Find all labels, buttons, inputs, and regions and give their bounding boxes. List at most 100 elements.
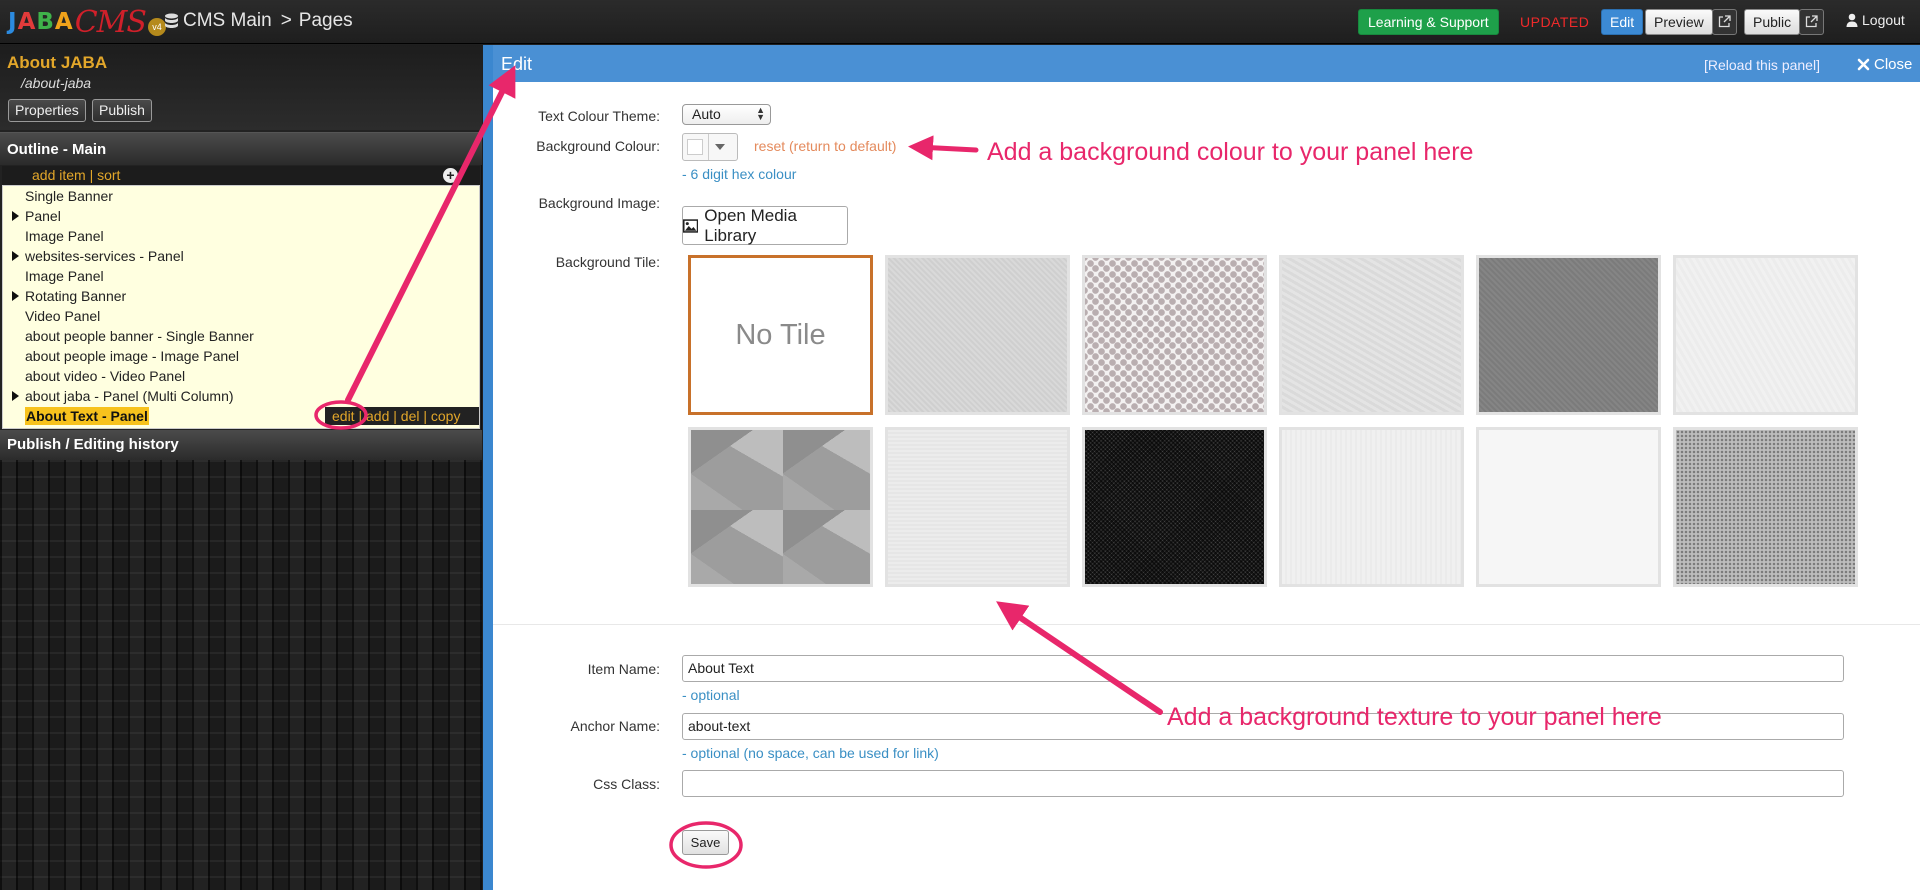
outline-item[interactable]: Image Panel	[3, 266, 479, 286]
add-circle-icon[interactable]: +	[443, 168, 458, 183]
outline-item-label: about people image - Image Panel	[25, 348, 240, 364]
colour-picker-divider	[708, 134, 709, 160]
close-icon	[1857, 58, 1870, 71]
close-label: Close	[1874, 56, 1913, 73]
publish-button[interactable]: Publish	[92, 99, 152, 122]
learning-support-button[interactable]: Learning & Support	[1358, 9, 1499, 35]
updated-status: UPDATED	[1520, 14, 1590, 30]
anchor-name-label: Anchor Name:	[570, 718, 660, 734]
history-header: Publish / Editing history	[0, 430, 482, 460]
outline-item[interactable]: Rotating Banner	[3, 286, 479, 306]
tile-dark-linen[interactable]	[1476, 255, 1661, 415]
open-media-library-button[interactable]: Open Media Library	[682, 206, 848, 245]
anchor-name-hint: - optional (no space, can be used for li…	[682, 745, 939, 761]
top-bar: JABA CMS v4 CMS Main > Pages Learning & …	[0, 0, 1920, 44]
outline-item-label: about jaba - Panel (Multi Column)	[25, 388, 234, 404]
hex-colour-hint: - 6 digit hex colour	[682, 166, 797, 182]
tile-grey-mesh[interactable]	[1673, 427, 1858, 587]
jabacms-logo[interactable]: JABA CMS v4	[8, 4, 166, 40]
breadcrumb-cms-main[interactable]: CMS Main	[183, 10, 272, 32]
database-icon	[165, 13, 178, 28]
reload-panel-link[interactable]: [Reload this panel]	[1704, 57, 1820, 73]
outline-item-selected[interactable]: About Text - Panel edit | add | del | co…	[3, 406, 479, 426]
tile-white-canvas[interactable]	[1279, 427, 1464, 587]
outline-item[interactable]: about video - Video Panel	[3, 366, 479, 386]
user-icon	[1846, 13, 1858, 27]
item-name-input[interactable]: About Text	[682, 655, 1844, 682]
row-edit-link[interactable]: edit	[332, 408, 355, 424]
outline-item-label: Video Panel	[25, 308, 101, 324]
background-colour-label: Background Colour:	[536, 138, 660, 154]
outline-item-label: Panel	[25, 208, 61, 224]
tile-dots[interactable]	[1082, 255, 1267, 415]
css-class-label: Css Class:	[593, 776, 660, 792]
properties-button[interactable]: Properties	[8, 99, 86, 122]
breadcrumb: CMS Main > Pages	[164, 10, 353, 32]
logo-letter-a2: A	[54, 9, 74, 35]
tile-polygons[interactable]	[688, 427, 873, 587]
logout-label: Logout	[1862, 12, 1905, 28]
open-public-new-window-button[interactable]	[1799, 9, 1824, 35]
tile-pale-weave[interactable]	[1673, 255, 1858, 415]
outline-item-label: about people banner - Single Banner	[25, 328, 254, 344]
external-link-icon	[1805, 15, 1818, 28]
open-preview-new-window-button[interactable]	[1712, 9, 1737, 35]
css-class-input[interactable]	[682, 770, 1844, 797]
expand-triangle-icon[interactable]	[12, 291, 19, 301]
outline-item[interactable]: Video Panel	[3, 306, 479, 326]
outline-item[interactable]: websites-services - Panel	[3, 246, 479, 266]
reset-colour-link[interactable]: reset (return to default)	[754, 138, 896, 154]
logout-link[interactable]: Logout	[1846, 12, 1905, 28]
page-header: About JABA /about-jaba Properties Publis…	[0, 45, 482, 130]
expand-triangle-icon[interactable]	[12, 251, 19, 261]
row-copy-link[interactable]: copy	[431, 408, 461, 424]
no-tile-label: No Tile	[735, 319, 826, 351]
open-media-library-label: Open Media Library	[704, 205, 797, 245]
panel-divider[interactable]	[483, 45, 493, 890]
tile-light-grain[interactable]	[1279, 255, 1464, 415]
breadcrumb-pages[interactable]: Pages	[299, 10, 353, 32]
outline-item-label: Image Panel	[25, 228, 104, 244]
outline-item[interactable]: about people image - Image Panel	[3, 346, 479, 366]
section-divider	[493, 624, 1920, 625]
background-tile-label: Background Tile:	[555, 254, 660, 270]
preview-button[interactable]: Preview	[1645, 9, 1713, 35]
outline-header: Outline - Main	[0, 132, 482, 165]
tile-light-linen[interactable]	[885, 255, 1070, 415]
outline-item[interactable]: about people banner - Single Banner	[3, 326, 479, 346]
expand-triangle-icon[interactable]	[12, 211, 19, 221]
outline-item-label: about video - Video Panel	[25, 368, 186, 384]
tile-dark-fibers[interactable]	[1082, 427, 1267, 587]
edit-panel-title: Edit	[501, 54, 533, 74]
text-colour-theme-select[interactable]: Auto ▲ ▼	[682, 104, 771, 125]
outline-item[interactable]: about jaba - Panel (Multi Column)	[3, 386, 479, 406]
outline-item-label: Rotating Banner	[25, 288, 127, 304]
tile-white-plain[interactable]	[1476, 427, 1661, 587]
public-button[interactable]: Public	[1744, 9, 1801, 35]
row-actions-sep: |	[389, 408, 401, 424]
row-actions: edit | add | del | copy	[325, 407, 479, 425]
text-colour-theme-label: Text Colour Theme:	[538, 108, 660, 124]
edit-panel-header: Edit [Reload this panel] Close	[493, 45, 1920, 82]
outline-item[interactable]: Panel	[3, 206, 479, 226]
logo-letter-j: J	[8, 9, 18, 35]
outline-item[interactable]: Single Banner	[3, 186, 479, 206]
row-actions-sep: |	[354, 408, 366, 424]
add-item-sort-links[interactable]: add item | sort	[32, 166, 120, 185]
breadcrumb-separator: >	[280, 10, 292, 31]
page-path: /about-jaba	[21, 75, 92, 91]
edit-mode-button[interactable]: Edit	[1601, 9, 1644, 35]
tile-none[interactable]: No Tile	[688, 255, 873, 415]
outline-item[interactable]: Image Panel	[3, 226, 479, 246]
row-add-link[interactable]: add	[366, 408, 389, 424]
tile-light-paper[interactable]	[885, 427, 1070, 587]
close-button[interactable]: Close	[1857, 56, 1912, 73]
save-button[interactable]: Save	[682, 830, 729, 855]
outline-toolbar: add item | sort +	[2, 166, 480, 185]
colour-picker[interactable]	[682, 133, 738, 161]
row-del-link[interactable]: del	[401, 408, 420, 424]
expand-triangle-icon[interactable]	[12, 391, 19, 401]
select-arrows-icon: ▲ ▼	[756, 105, 765, 122]
annotation-texture: Add a background texture to your panel h…	[1167, 703, 1662, 731]
edit-panel: Edit [Reload this panel] Close Text Colo…	[493, 45, 1920, 890]
